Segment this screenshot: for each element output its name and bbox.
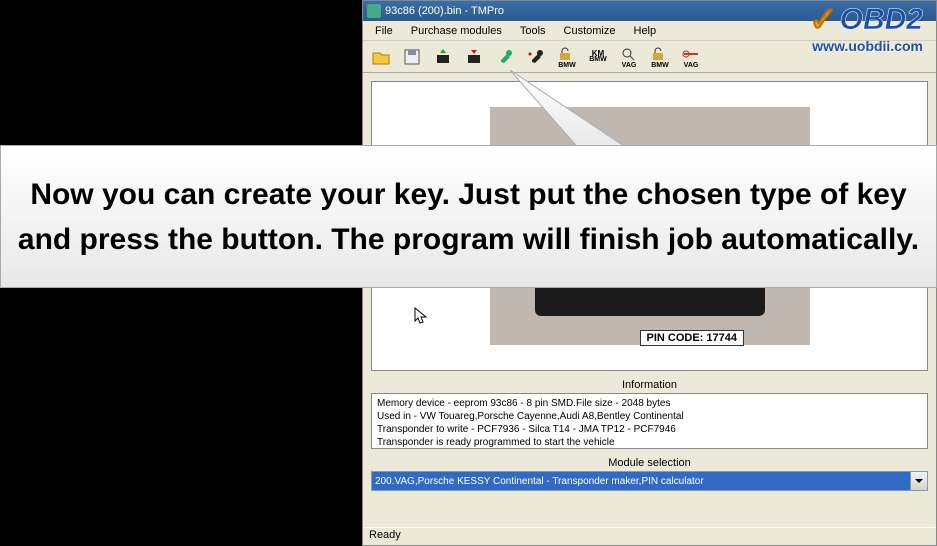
- callout-pointer: [500, 70, 630, 150]
- watermark-url: www.uobdii.com: [809, 38, 923, 54]
- watermark-logo: ✓ OBD2: [809, 0, 923, 40]
- toolbar-open[interactable]: [366, 43, 396, 71]
- menu-customize[interactable]: Customize: [556, 23, 624, 39]
- information-box: Memory device - eeprom 93c86 - 8 pin SMD…: [371, 393, 928, 449]
- instruction-callout: Now you can create your key. Just put th…: [0, 145, 937, 288]
- toolbar-save[interactable]: [397, 43, 427, 71]
- menu-purchase[interactable]: Purchase modules: [403, 23, 510, 39]
- statusbar: Ready: [363, 527, 936, 545]
- content-area: PIN CODE: 17744 Information Memory devic…: [363, 73, 936, 527]
- toolbar-key-down[interactable]: [521, 43, 551, 71]
- info-line: Transponder to write - PCF7936 - Silca T…: [377, 423, 922, 436]
- watermark: ✓ OBD2 www.uobdii.com: [809, 0, 923, 54]
- watermark-checkmark-icon: ✓: [809, 0, 838, 40]
- module-select[interactable]: 200.VAG,Porsche KESSY Continental - Tran…: [371, 471, 928, 491]
- toolbar-vag-tool[interactable]: VAG: [676, 43, 706, 71]
- toolbar-key-up[interactable]: [490, 43, 520, 71]
- window-title: 93c86 (200).bin - TMPro: [385, 5, 504, 17]
- info-line: Memory device - eeprom 93c86 - 8 pin SMD…: [377, 397, 922, 410]
- pin-code-label: PIN CODE: 17744: [640, 330, 744, 346]
- app-icon: [367, 4, 381, 18]
- toolbar-bmw-unlock2[interactable]: BMW: [645, 43, 675, 71]
- watermark-brand: OBD2: [840, 3, 923, 37]
- info-line: Used in - VW Touareg,Porsche Cayenne,Aud…: [377, 410, 922, 423]
- menu-help[interactable]: Help: [626, 23, 665, 39]
- instruction-text: Now you can create your key. Just put th…: [15, 172, 922, 262]
- module-heading: Module selection: [371, 457, 928, 469]
- menu-file[interactable]: File: [367, 23, 401, 39]
- menu-tools[interactable]: Tools: [512, 23, 554, 39]
- chevron-down-icon[interactable]: [910, 472, 927, 490]
- info-line: Transponder is ready programmed to start…: [377, 436, 922, 449]
- module-selected-value: 200.VAG,Porsche KESSY Continental - Tran…: [375, 476, 704, 487]
- information-heading: Information: [371, 379, 928, 391]
- status-text: Ready: [369, 529, 401, 541]
- toolbar-km-bmw[interactable]: KM BMW: [583, 43, 613, 71]
- toolbar-vag-search[interactable]: VAG: [614, 43, 644, 71]
- toolbar-chip-up[interactable]: [428, 43, 458, 71]
- toolbar-bmw-unlock[interactable]: BMW: [552, 43, 582, 71]
- toolbar-chip-down[interactable]: [459, 43, 489, 71]
